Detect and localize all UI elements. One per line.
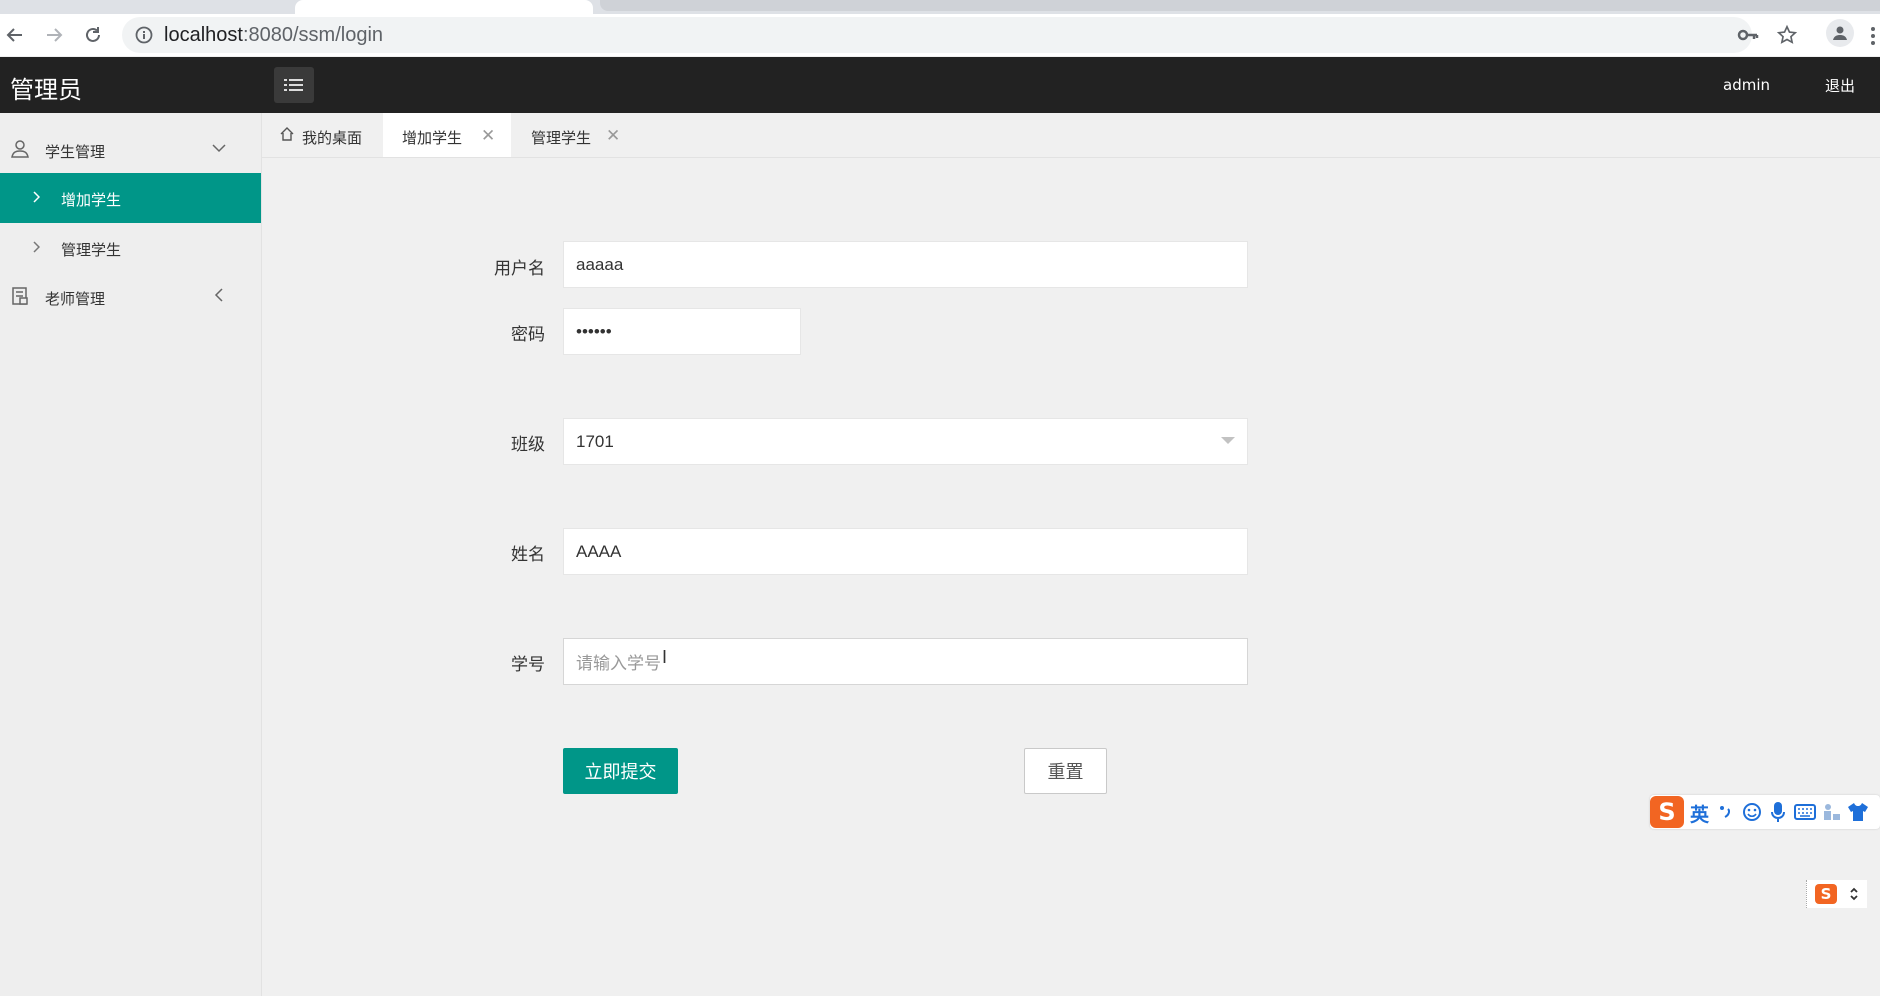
reload-button[interactable] — [80, 22, 106, 48]
sidebar-group-teacher[interactable]: 老师管理 — [0, 273, 261, 319]
tab-desktop[interactable]: 我的桌面 — [262, 113, 382, 157]
submit-button[interactable]: 立即提交 — [563, 748, 678, 794]
skin-shirt-icon[interactable] — [1847, 801, 1869, 823]
toolbox-icon[interactable] — [1822, 802, 1842, 822]
info-icon[interactable] — [134, 25, 154, 45]
back-button[interactable] — [2, 22, 28, 48]
sidebar-item-label: 管理学生 — [61, 241, 122, 259]
page-tabbar: 我的桌面 增加学生 ✕ 管理学生 ✕ — [262, 113, 1880, 158]
list-icon — [284, 79, 303, 91]
sidebar-group-student[interactable]: 学生管理 — [0, 126, 261, 172]
key-icon[interactable] — [1737, 27, 1759, 43]
ime-expand-icon[interactable] — [1849, 887, 1859, 901]
sogou-logo-icon[interactable]: S — [1650, 796, 1684, 828]
user-icon — [11, 140, 29, 158]
arrow-left-icon — [6, 28, 22, 42]
header-username[interactable]: admin — [1723, 76, 1770, 94]
forward-button[interactable] — [41, 22, 67, 48]
close-icon[interactable]: ✕ — [481, 126, 495, 146]
sidebar-group-label: 学生管理 — [45, 143, 106, 161]
address-bar[interactable]: localhost:8080/ssm/login — [122, 17, 1798, 53]
browser-tabstrip — [0, 0, 1880, 14]
sidebar-item-add-student[interactable]: 增加学生 — [0, 173, 261, 223]
tab-label: 增加学生 — [402, 129, 463, 147]
browser-tab-active[interactable] — [295, 0, 593, 14]
browser-toolbar: localhost:8080/ssm/login — [0, 14, 1880, 56]
document-icon — [12, 287, 28, 305]
emoji-icon[interactable] — [1742, 802, 1762, 822]
class-select[interactable]: 1701 — [563, 418, 1248, 465]
ime-mini-bar: S — [1806, 880, 1867, 908]
tab-label: 我的桌面 — [302, 129, 363, 147]
browser-tab-inactive[interactable] — [0, 0, 290, 12]
sidebar: 学生管理 增加学生 管理学生 老师管理 — [0, 113, 262, 996]
sidebar-item-label: 增加学生 — [61, 191, 122, 209]
star-icon[interactable] — [1776, 24, 1798, 46]
punctuation-icon[interactable] — [1718, 803, 1732, 821]
home-icon — [280, 127, 294, 141]
student-no-label: 学号 — [511, 655, 545, 675]
password-label: 密码 — [511, 325, 545, 345]
name-label: 姓名 — [511, 545, 545, 565]
password-input[interactable]: •••••• — [563, 308, 801, 355]
url-text[interactable]: localhost:8080/ssm/login — [164, 24, 383, 47]
chevron-right-icon — [33, 191, 40, 203]
caret-down-icon — [1221, 437, 1235, 444]
student-no-placeholder: 请输入学号 — [576, 654, 661, 673]
class-select-value: 1701 — [576, 431, 614, 451]
microphone-icon[interactable] — [1770, 801, 1786, 823]
sidebar-item-manage-student[interactable]: 管理学生 — [0, 223, 261, 273]
reload-icon — [86, 27, 100, 42]
app-title: 管理员 — [10, 76, 82, 104]
class-label: 班级 — [511, 435, 545, 455]
tab-manage-student[interactable]: 管理学生 ✕ — [512, 113, 634, 157]
arrow-right-icon — [47, 28, 63, 42]
student-no-input[interactable]: 请输入学号 I — [563, 638, 1248, 685]
text-cursor-icon: I — [662, 647, 668, 667]
chevron-right-icon — [33, 241, 40, 253]
username-input[interactable]: aaaaa — [563, 241, 1248, 288]
tab-label: 管理学生 — [531, 129, 592, 147]
chevron-left-icon — [214, 288, 223, 302]
reset-button[interactable]: 重置 — [1024, 748, 1107, 794]
close-icon[interactable]: ✕ — [606, 126, 620, 146]
username-label: 用户名 — [494, 259, 545, 279]
sidebar-group-label: 老师管理 — [45, 290, 106, 308]
name-input[interactable]: AAAA — [563, 528, 1248, 575]
browser-tab-inactive[interactable] — [600, 0, 1880, 11]
profile-avatar[interactable] — [1826, 19, 1854, 47]
logout-link[interactable]: 退出 — [1825, 75, 1855, 96]
person-icon — [1833, 26, 1847, 40]
ime-toolbar: S 英 — [1650, 795, 1880, 829]
ime-lang-toggle[interactable]: 英 — [1690, 800, 1709, 827]
menu-toggle-button[interactable] — [274, 67, 314, 103]
chevron-down-icon — [212, 144, 226, 153]
keyboard-icon[interactable] — [1794, 804, 1816, 820]
tab-add-student[interactable]: 增加学生 ✕ — [383, 113, 511, 157]
kebab-menu-icon[interactable] — [1870, 26, 1876, 46]
sogou-logo-icon[interactable]: S — [1815, 884, 1837, 904]
app-header: 管理员 admin 退出 — [0, 57, 1880, 113]
